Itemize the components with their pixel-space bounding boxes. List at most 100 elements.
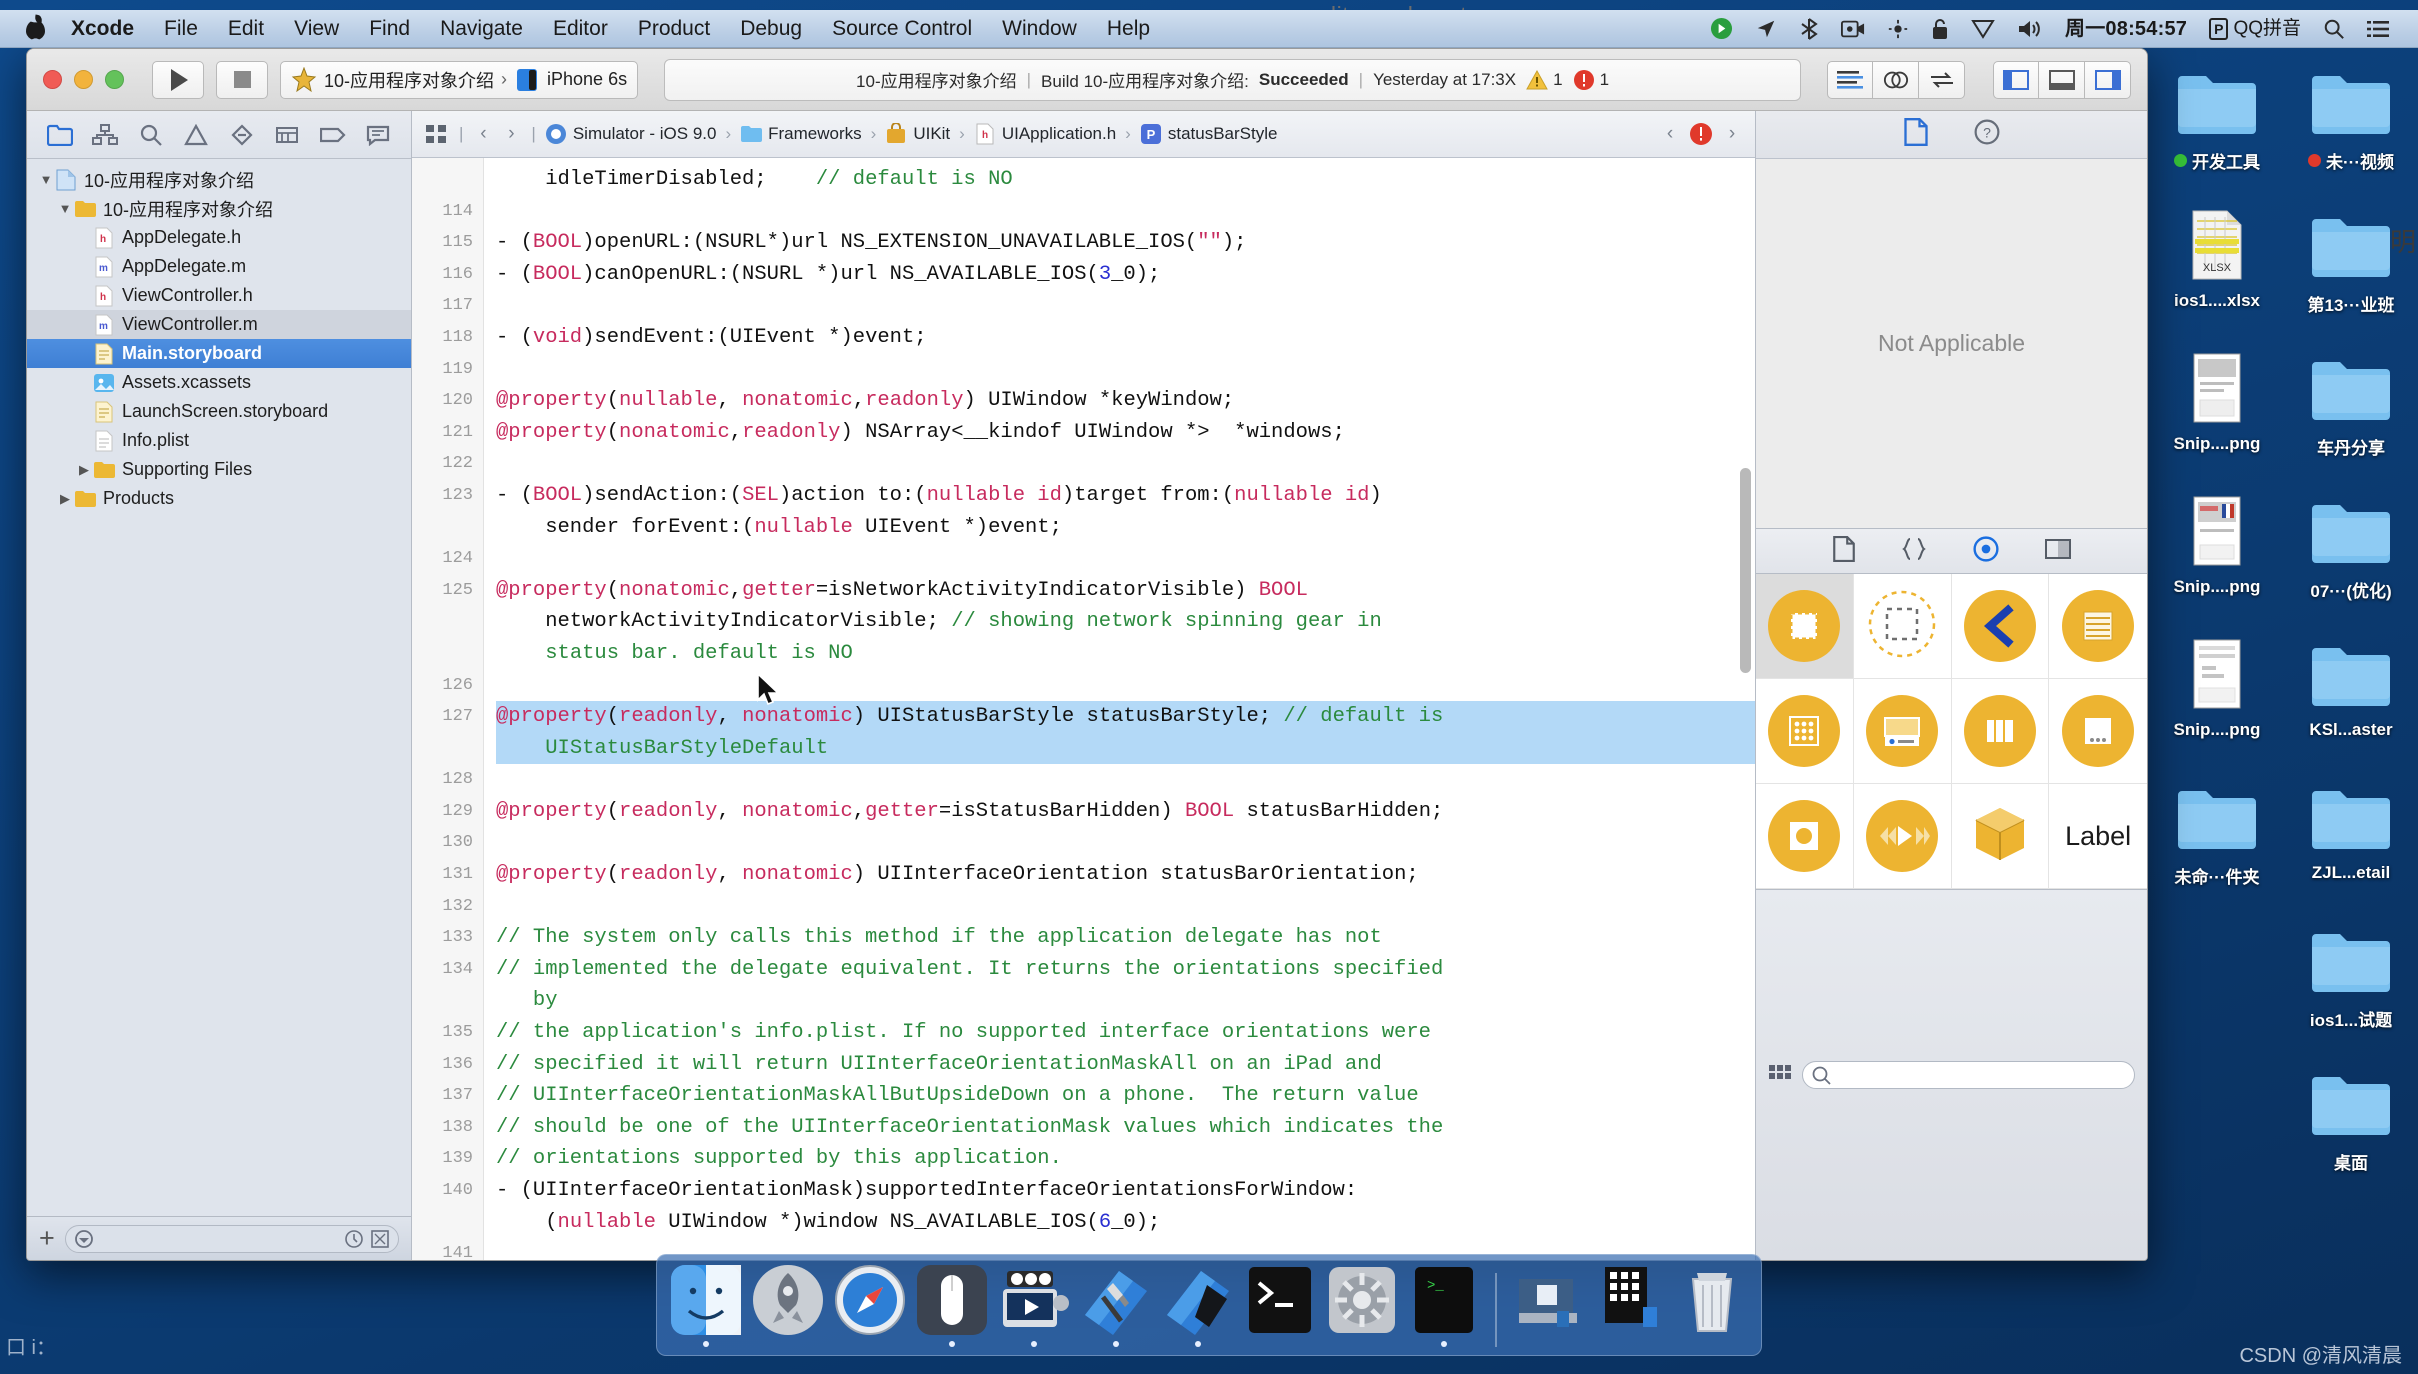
library-filter-field[interactable]: [1802, 1061, 2135, 1089]
breadcrumb-uiapplication-h[interactable]: h UIApplication.h: [974, 123, 1116, 145]
apple-logo-icon[interactable]: [24, 15, 48, 42]
code-line[interactable]: - (BOOL)canOpenURL:(NSURL *)url NS_AVAIL…: [496, 259, 1755, 291]
disclosure-triangle[interactable]: ▼: [37, 172, 55, 187]
disclosure-triangle[interactable]: ▶: [75, 462, 93, 478]
breadcrumb-frameworks[interactable]: Frameworks: [740, 123, 862, 145]
file-tree-row[interactable]: Main.storyboard: [27, 339, 411, 368]
code-line[interactable]: idleTimerDisabled; // default is NO: [496, 164, 1755, 196]
desktop-icon[interactable]: XLSX ios1....xlsx: [2150, 195, 2284, 338]
dock-item-finder[interactable]: [667, 1263, 745, 1347]
standard-editor-icon[interactable]: [1827, 60, 1873, 99]
desktop-icon[interactable]: ZJL...etail: [2284, 767, 2418, 910]
debug-area-toggle-icon[interactable]: [2039, 60, 2085, 99]
lock-icon[interactable]: [1920, 17, 1960, 41]
menu-item-file[interactable]: File: [149, 10, 213, 48]
source-control-filter-icon[interactable]: [370, 1229, 390, 1249]
navigator-filter-field[interactable]: [64, 1224, 399, 1253]
file-tree-row[interactable]: h AppDelegate.h: [27, 223, 411, 252]
file-tree-row[interactable]: ▶ Supporting Files: [27, 455, 411, 484]
debug-navigator-icon[interactable]: [272, 120, 302, 150]
menu-item-navigate[interactable]: Navigate: [425, 10, 538, 48]
navigator-toggle-icon[interactable]: [1993, 60, 2039, 99]
code-line[interactable]: // orientations supported by this applic…: [496, 1143, 1755, 1175]
menu-item-editor[interactable]: Editor: [538, 10, 623, 48]
error-badge-icon[interactable]: [1689, 122, 1713, 146]
desktop-icon[interactable]: ios1...试题: [2284, 910, 2418, 1053]
source-code-area[interactable]: 114 115 116 117 118 119 120 121 122 123 124 125 126 1…: [412, 158, 1755, 1260]
library-grid-view-icon[interactable]: [1768, 1064, 1792, 1086]
library-item-table-view-controller[interactable]: [2049, 574, 2147, 679]
assistant-editor-icon[interactable]: [1873, 60, 1919, 99]
quick-help-icon[interactable]: ?: [1974, 119, 2000, 150]
library-item-collection-view-controller[interactable]: [1756, 679, 1854, 784]
code-line[interactable]: // should be one of the UIInterfaceOrien…: [496, 1112, 1755, 1144]
dock-item-applications-stack[interactable]: [1591, 1263, 1669, 1347]
menu-item-product[interactable]: Product: [623, 10, 725, 48]
desktop-icon[interactable]: 桌面: [2284, 1053, 2418, 1196]
code-line[interactable]: [496, 764, 1755, 796]
warning-badge[interactable]: 1: [1526, 69, 1563, 90]
zoom-button[interactable]: [105, 70, 124, 89]
project-file-tree[interactable]: ▼ 10-应用程序对象介绍 ▼ 10-应用程序对象介绍 h AppDelegate.h m A…: [27, 159, 411, 1216]
library-item-object-cube[interactable]: [1951, 784, 2050, 889]
utilities-toggle-icon[interactable]: [2085, 60, 2131, 99]
menu-item-debug[interactable]: Debug: [725, 10, 817, 48]
library-item-label[interactable]: Label: [2049, 784, 2147, 889]
code-line[interactable]: [496, 354, 1755, 386]
related-items-icon[interactable]: [424, 121, 450, 147]
code-line[interactable]: by: [496, 985, 1755, 1017]
input-method-indicator[interactable]: P QQ拼音: [2198, 10, 2312, 48]
dock-item-terminal[interactable]: [1241, 1263, 1319, 1347]
library-item-navigation-controller[interactable]: [1951, 574, 2050, 679]
code-line[interactable]: - (BOOL)openURL:(NSURL*)url NS_EXTENSION…: [496, 227, 1755, 259]
disclosure-triangle[interactable]: ▶: [56, 491, 74, 507]
desktop-icon[interactable]: 车丹分享: [2284, 338, 2418, 481]
menu-bar-clock[interactable]: 周一08:54:57: [2054, 10, 2198, 48]
code-line[interactable]: // specified it will return UIInterfaceO…: [496, 1049, 1755, 1081]
dock-item-xcode-beta[interactable]: [1159, 1263, 1237, 1347]
media-library-icon[interactable]: [2044, 538, 2071, 565]
desktop-icon[interactable]: Snip....png: [2150, 481, 2284, 624]
stop-button[interactable]: [216, 60, 268, 99]
issue-navigator-icon[interactable]: [181, 120, 211, 150]
code-line[interactable]: status bar. default is NO: [496, 638, 1755, 670]
next-issue-button[interactable]: ›: [1721, 123, 1743, 145]
library-item-page-view-controller[interactable]: [2049, 679, 2147, 784]
menu-item-help[interactable]: Help: [1092, 10, 1165, 48]
library-item-tab-bar-controller[interactable]: [1853, 679, 1952, 784]
file-tree-row[interactable]: h ViewController.h: [27, 281, 411, 310]
desktop-icon[interactable]: 未命···件夹: [2150, 767, 2284, 910]
breadcrumb-uikit[interactable]: UIKit: [885, 123, 950, 145]
code-line[interactable]: - (BOOL)sendAction:(SEL)action to:(nulla…: [496, 480, 1755, 512]
project-navigator-icon[interactable]: [45, 120, 75, 150]
code-line[interactable]: // UIInterfaceOrientationMaskAllButUpsid…: [496, 1080, 1755, 1112]
disclosure-triangle[interactable]: ▼: [56, 201, 74, 216]
library-item-view-controller[interactable]: [1756, 574, 1854, 679]
desktop-icon[interactable]: 07···(优化): [2284, 481, 2418, 624]
previous-issue-button[interactable]: ‹: [1659, 123, 1681, 145]
library-item-storyboard-reference[interactable]: [1853, 574, 1952, 679]
code-line[interactable]: [496, 196, 1755, 228]
desktop-icon[interactable]: Snip....png: [2150, 624, 2284, 767]
menu-item-view[interactable]: View: [279, 10, 354, 48]
volume-icon[interactable]: [2006, 18, 2054, 40]
vpn-icon[interactable]: [1960, 18, 2006, 40]
code-line[interactable]: networkActivityIndicatorVisible; // show…: [496, 606, 1755, 638]
dock-item-launchpad[interactable]: [749, 1263, 827, 1347]
dock-item-system-preferences[interactable]: [1323, 1263, 1401, 1347]
code-line[interactable]: @property(nonatomic,readonly) NSArray<__…: [496, 417, 1755, 449]
code-line[interactable]: // the application's info.plist. If no s…: [496, 1017, 1755, 1049]
object-library-icon[interactable]: [1972, 535, 1999, 567]
menu-item-find[interactable]: Find: [354, 10, 425, 48]
code-line[interactable]: [496, 891, 1755, 923]
find-navigator-icon[interactable]: [136, 120, 166, 150]
library-item-avkit-player-controller[interactable]: [1853, 784, 1952, 889]
code-line[interactable]: [496, 670, 1755, 702]
code-line[interactable]: [496, 290, 1755, 322]
menu-item-edit[interactable]: Edit: [213, 10, 279, 48]
dock-item-iterm[interactable]: >_: [1405, 1263, 1483, 1347]
file-tree-row[interactable]: ▼ 10-应用程序对象介绍: [27, 165, 411, 194]
dock-item-trash[interactable]: [1673, 1263, 1751, 1347]
clock-icon[interactable]: [344, 1229, 364, 1249]
add-file-button[interactable]: +: [39, 1225, 55, 1252]
